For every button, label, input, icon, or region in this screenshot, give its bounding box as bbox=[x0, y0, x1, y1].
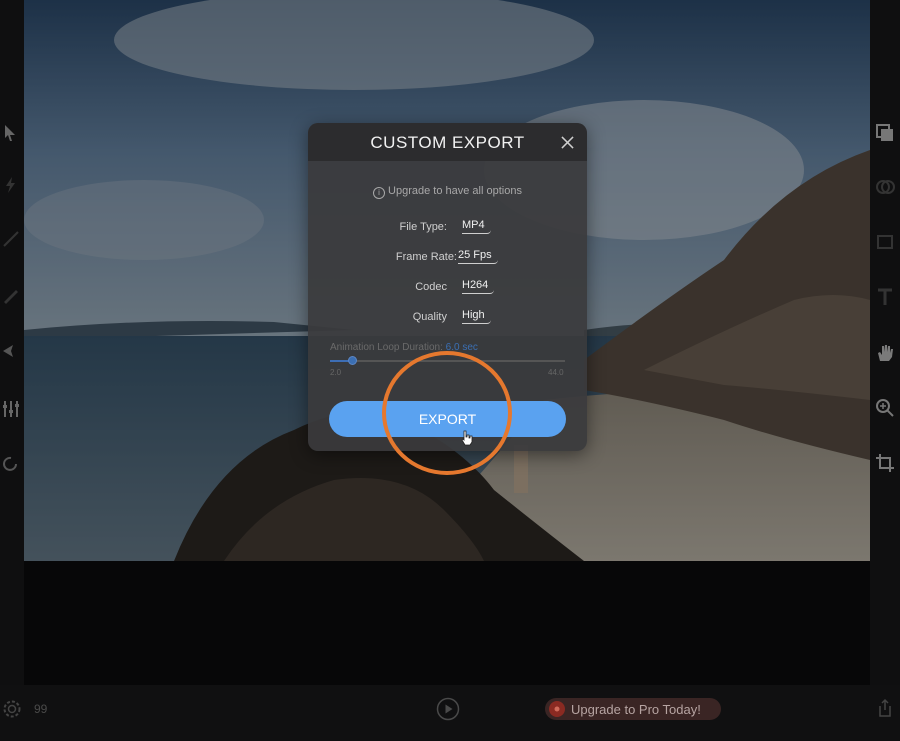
pen-icon[interactable] bbox=[0, 284, 22, 306]
canvas-background bbox=[24, 561, 870, 685]
mask-icon[interactable] bbox=[874, 231, 896, 253]
close-icon bbox=[560, 135, 574, 149]
codec-select[interactable]: H264 bbox=[462, 279, 495, 294]
hand-cursor-icon bbox=[461, 430, 473, 446]
settings-gear-icon[interactable] bbox=[1, 698, 23, 720]
export-button[interactable]: EXPORT bbox=[329, 401, 566, 437]
upgrade-notice-text: Upgrade to have all options bbox=[388, 185, 522, 197]
close-button[interactable] bbox=[557, 132, 577, 152]
dialog-title: CUSTOM EXPORT bbox=[370, 133, 525, 152]
slider-thumb[interactable] bbox=[347, 356, 357, 365]
file-type-label: File Type: bbox=[399, 221, 448, 233]
codec-row: Codec H264 bbox=[308, 279, 587, 297]
loop-duration-label: Animation Loop Duration: 6.0 sec bbox=[330, 342, 478, 353]
custom-export-dialog: CUSTOM EXPORT i Upgrade to have all optio… bbox=[308, 123, 587, 451]
frame-rate-label: Frame Rate: bbox=[395, 251, 457, 263]
file-type-row: File Type: MP4 bbox=[308, 219, 587, 237]
upgrade-label: Upgrade to Pro Today! bbox=[571, 701, 701, 717]
play-icon[interactable] bbox=[436, 697, 460, 721]
left-toolbar bbox=[0, 0, 24, 685]
slider-max-label: 44.0 bbox=[548, 368, 564, 377]
sliders-icon[interactable] bbox=[0, 398, 22, 420]
hand-icon[interactable] bbox=[874, 342, 896, 364]
rotate-icon[interactable] bbox=[0, 453, 22, 475]
layers-icon[interactable] bbox=[874, 122, 896, 144]
overlay-icon[interactable] bbox=[874, 176, 896, 198]
codec-label: Codec bbox=[415, 281, 447, 293]
upgrade-badge-icon bbox=[549, 701, 565, 717]
loop-duration-text: Animation Loop Duration: bbox=[330, 342, 443, 353]
text-icon[interactable] bbox=[874, 286, 896, 308]
crop-icon[interactable] bbox=[874, 452, 896, 474]
zoom-icon[interactable] bbox=[874, 397, 896, 419]
frame-rate-row: Frame Rate: 25 Fps bbox=[308, 249, 587, 267]
info-icon: i bbox=[373, 187, 386, 199]
loop-duration-slider[interactable] bbox=[330, 356, 565, 365]
share-icon[interactable] bbox=[874, 697, 896, 719]
quality-label: Quality bbox=[412, 311, 447, 323]
loop-duration-value: 6.0 sec bbox=[445, 342, 478, 353]
file-type-select[interactable]: MP4 bbox=[462, 219, 491, 234]
right-toolbar bbox=[870, 0, 900, 685]
quality-row: Quality High bbox=[308, 309, 587, 327]
quality-select[interactable]: High bbox=[462, 309, 491, 324]
anchor-icon[interactable] bbox=[0, 340, 22, 362]
frame-rate-select[interactable]: 25 Fps bbox=[458, 249, 498, 264]
upgrade-notice[interactable]: i Upgrade to have all options bbox=[308, 185, 587, 199]
frame-count: 99 bbox=[34, 702, 48, 716]
select-arrow-icon[interactable] bbox=[0, 122, 22, 144]
slider-min-label: 2.0 bbox=[330, 368, 342, 377]
lightning-icon[interactable] bbox=[0, 174, 22, 196]
upgrade-button[interactable]: Upgrade to Pro Today! bbox=[545, 698, 721, 720]
path-icon[interactable] bbox=[0, 228, 22, 250]
dialog-header: CUSTOM EXPORT bbox=[308, 123, 587, 161]
